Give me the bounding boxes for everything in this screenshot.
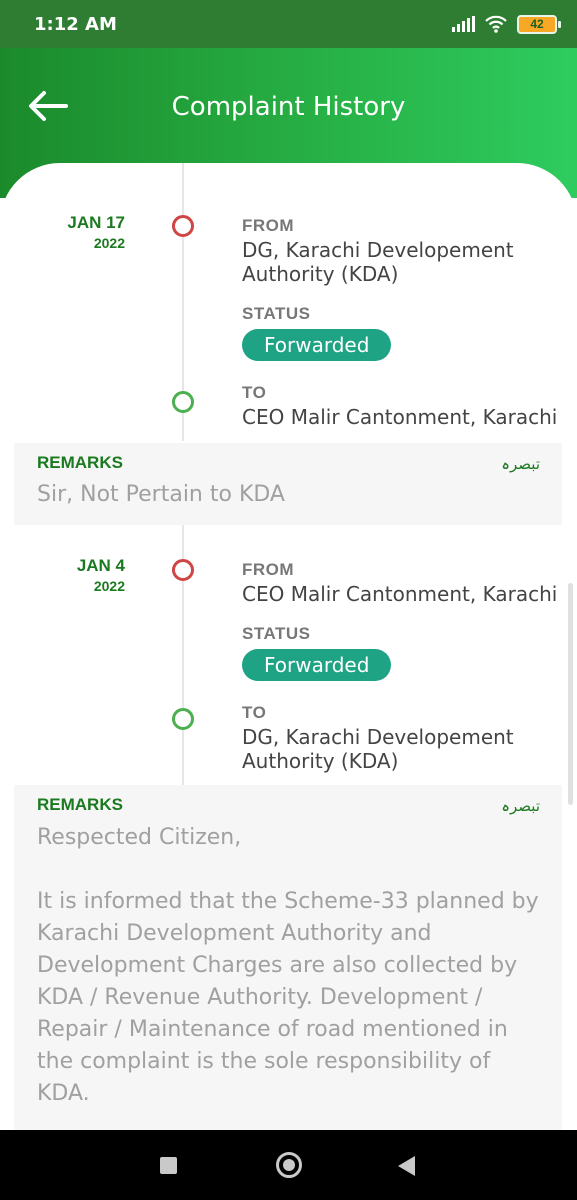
from-value: CEO Malir Cantonment, Karachi: [242, 582, 558, 606]
status-time: 1:12 AM: [34, 14, 117, 35]
to-label: TO: [242, 383, 267, 402]
status-icons: 42: [452, 12, 561, 36]
remarks-text: Sir, Not Pertain to KDA: [37, 482, 285, 507]
to-dot: [172, 708, 194, 730]
navigation-bar: [0, 1130, 577, 1200]
to-dot: [172, 391, 194, 413]
remarks-box: REMARKS تبصرہ Sir, Not Pertain to KDA: [14, 443, 562, 525]
from-dot: [172, 559, 194, 581]
entry-date: JAN 4: [76, 556, 125, 575]
home-icon[interactable]: [276, 1152, 302, 1178]
status-bar: 1:12 AM 42: [0, 0, 577, 48]
recents-icon[interactable]: [160, 1157, 177, 1174]
status-label: STATUS: [242, 624, 311, 643]
wifi-icon: [485, 15, 507, 33]
from-value: DG, Karachi Developement Authority (KDA): [242, 238, 514, 286]
history-entry: JAN 17 2022 FROM DG, Karachi Developemen…: [0, 163, 577, 443]
signal-icon: [452, 16, 475, 32]
from-dot: [172, 215, 194, 237]
battery-icon: 42: [517, 14, 561, 34]
status-badge: Forwarded: [242, 329, 392, 361]
from-label: FROM: [242, 216, 295, 235]
battery-level: 42: [530, 16, 544, 31]
remarks-title: REMARKS: [37, 795, 123, 814]
to-value: CEO Malir Cantonment, Karachi: [242, 405, 558, 429]
back-icon[interactable]: [398, 1156, 415, 1176]
remarks-title: REMARKS: [37, 453, 123, 472]
history-card[interactable]: JAN 17 2022 FROM DG, Karachi Developemen…: [0, 163, 577, 1133]
page-title: Complaint History: [171, 92, 406, 122]
from-label: FROM: [242, 560, 295, 579]
to-label: TO: [242, 703, 267, 722]
history-entry: JAN 4 2022 FROM CEO Malir Cantonment, Ka…: [0, 525, 577, 785]
scrollbar[interactable]: [568, 583, 573, 805]
entry-year: 2022: [93, 578, 125, 594]
status-badge: Forwarded: [242, 649, 392, 681]
status-label: STATUS: [242, 304, 311, 323]
remarks-urdu-label: تبصرہ: [501, 455, 540, 473]
entry-date: JAN 17: [67, 213, 125, 232]
remarks-box: REMARKS تبصرہ Respected Citizen, It is i…: [14, 785, 562, 1133]
entry-year: 2022: [93, 235, 125, 251]
remarks-text: Respected Citizen, It is informed that t…: [37, 825, 539, 1106]
remarks-urdu-label: تبصرہ: [501, 797, 540, 815]
to-value: DG, Karachi Developement Authority (KDA): [242, 725, 514, 773]
